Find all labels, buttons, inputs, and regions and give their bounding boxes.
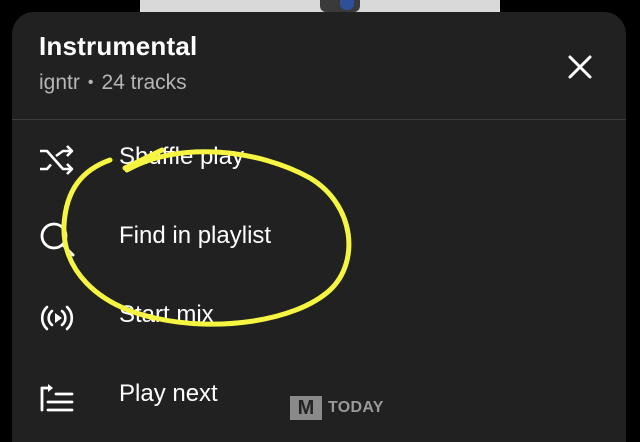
- playlist-options-sheet: Instrumental igntr • 24 tracks Shuffle pla…: [12, 12, 626, 442]
- menu-item-label: Shuffle play: [119, 143, 244, 170]
- close-button[interactable]: [563, 50, 597, 84]
- playlist-title: Instrumental: [39, 31, 198, 61]
- watermark-text: TODAY: [328, 399, 384, 416]
- playlist-track-count: 24 tracks: [101, 71, 187, 94]
- menu-item-label: Start mix: [119, 301, 214, 328]
- close-icon: [568, 55, 592, 79]
- subtitle-separator: •: [87, 74, 94, 91]
- watermark: M TODAY: [290, 396, 384, 420]
- shuffle-icon: [40, 145, 74, 175]
- menu-item-start-mix[interactable]: Start mix: [12, 277, 626, 356]
- radio-broadcast-icon: [40, 305, 74, 331]
- play-next-icon: [40, 384, 74, 412]
- background-album-art: [140, 0, 500, 12]
- menu-item-label: Play next: [119, 380, 218, 407]
- background-art-accent: [340, 0, 354, 10]
- menu-item-find-in-playlist[interactable]: Find in playlist: [12, 198, 626, 277]
- playlist-subtitle: igntr • 24 tracks: [39, 71, 187, 95]
- search-icon: [40, 222, 75, 257]
- watermark-logo: M: [290, 396, 322, 420]
- playlist-owner: igntr: [39, 71, 80, 94]
- menu-item-label: Find in playlist: [119, 222, 272, 249]
- sheet-header: Instrumental igntr • 24 tracks: [12, 12, 626, 120]
- menu-item-shuffle-play[interactable]: Shuffle play: [12, 119, 626, 198]
